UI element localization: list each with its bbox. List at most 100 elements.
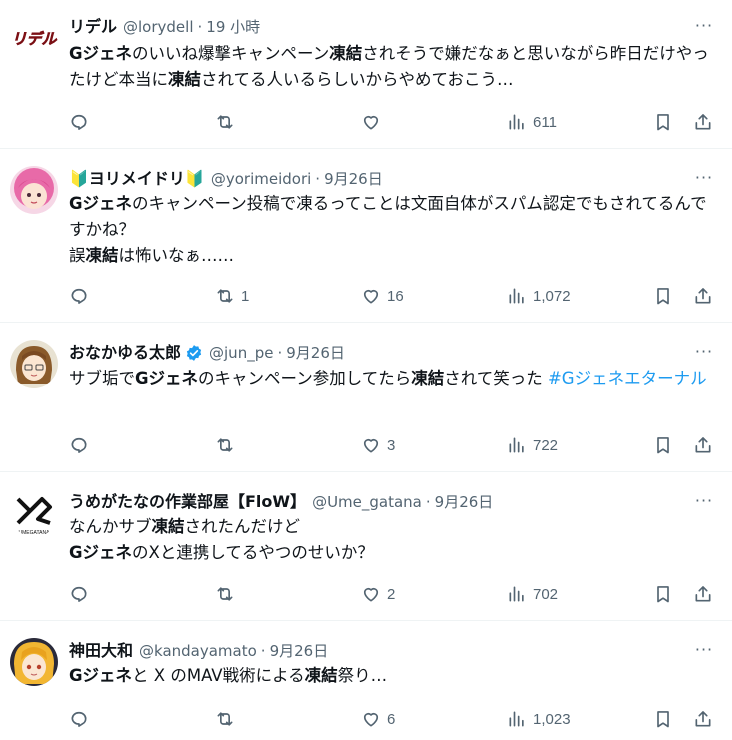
user-handle[interactable]: @Ume_gatana	[312, 492, 422, 512]
more-options-button[interactable]: ···	[694, 170, 714, 191]
tweet-text-segment: されたんだけど	[184, 517, 301, 536]
share-button[interactable]	[693, 284, 713, 308]
more-options-button[interactable]: ···	[694, 344, 714, 365]
heart-icon	[363, 438, 379, 453]
display-name[interactable]: おなかゆる太郎	[69, 343, 181, 363]
tweet-text-segment: のいいね爆撃キャンペーン	[132, 44, 330, 63]
tweet-text-segment: サブ垢で	[69, 369, 135, 388]
share-icon	[695, 288, 711, 304]
heart-icon	[363, 115, 379, 130]
like-button[interactable]: 16	[361, 284, 404, 308]
action-bar: 3 722	[69, 433, 717, 457]
highlighted-keyword: Gジェネ	[69, 44, 133, 63]
timestamp[interactable]: 19 小時	[206, 17, 260, 37]
repost-icon	[217, 289, 233, 303]
user-handle[interactable]: @yorimeidori	[211, 169, 311, 189]
share-button[interactable]	[693, 582, 713, 606]
display-name[interactable]: 神田大和	[69, 641, 133, 661]
like-count: 16	[387, 287, 404, 305]
like-button[interactable]: 3	[361, 433, 395, 457]
user-handle[interactable]: @jun_pe	[209, 343, 273, 363]
action-bar: 611	[69, 110, 717, 134]
share-icon	[695, 114, 711, 130]
avatar[interactable]	[10, 340, 58, 388]
views-button[interactable]: 1,023	[507, 707, 571, 731]
repost-button[interactable]	[215, 433, 235, 457]
share-button[interactable]	[693, 707, 713, 731]
bookmark-button[interactable]	[653, 284, 673, 308]
separator-dot: ·	[425, 493, 431, 511]
display-name[interactable]: うめがたなの作業部屋【FloW】	[69, 492, 306, 512]
timestamp[interactable]: 9月26日	[435, 492, 494, 512]
repost-icon	[217, 115, 233, 129]
highlighted-keyword: Gジェネ	[69, 666, 133, 685]
tweet-text-segment: 祭り…	[337, 666, 388, 685]
bookmark-icon	[657, 114, 669, 131]
action-bar: 2 702	[69, 582, 717, 606]
tweet[interactable]: おなかゆる太郎 @jun_pe · 9月26日 ··· サブ垢でGジェネのキャン…	[0, 323, 732, 472]
share-button[interactable]	[693, 110, 713, 134]
tweet[interactable]: UMEGATANA うめがたなの作業部屋【FloW】 @Ume_gatana ·…	[0, 472, 732, 621]
timestamp[interactable]: 9月26日	[324, 169, 383, 189]
avatar-logo-text: リデル	[11, 30, 57, 48]
tweet-header: 🔰ヨリメイドリ🔰 @yorimeidori · 9月26日	[69, 169, 383, 189]
repost-icon	[217, 587, 233, 601]
tweet[interactable]: リデル リデル @lorydell · 19 小時 ··· Gジェネのいいね爆撃…	[0, 0, 732, 149]
tweet-text-segment: されてる人いるらしいからやめておこう…	[201, 70, 514, 89]
like-button[interactable]: 6	[361, 707, 395, 731]
user-handle[interactable]: @lorydell	[123, 17, 193, 37]
like-button[interactable]: 2	[361, 582, 395, 606]
reply-button[interactable]	[69, 284, 89, 308]
repost-button[interactable]: 1	[215, 284, 249, 308]
timestamp[interactable]: 9月26日	[270, 641, 329, 661]
user-handle[interactable]: @kandayamato	[139, 641, 257, 661]
repost-button[interactable]	[215, 110, 235, 134]
views-icon	[509, 711, 524, 727]
highlighted-keyword: 凍結	[168, 70, 201, 89]
views-button[interactable]: 702	[507, 582, 558, 606]
avatar[interactable]	[10, 166, 58, 214]
avatar[interactable]: UMEGATANA	[10, 489, 58, 537]
like-button[interactable]	[361, 110, 381, 134]
timestamp[interactable]: 9月26日	[286, 343, 345, 363]
tweet-text: Gジェネのいいね爆撃キャンペーン凍結されそうで嫌だなぁと思いながら昨日だけやった…	[69, 41, 717, 93]
tweet[interactable]: 🔰ヨリメイドリ🔰 @yorimeidori · 9月26日 ··· Gジェネのキ…	[0, 149, 732, 323]
hashtag-link[interactable]: #Gジェネエターナル	[548, 369, 707, 388]
reply-button[interactable]	[69, 433, 89, 457]
repost-button[interactable]	[215, 707, 235, 731]
views-button[interactable]: 1,072	[507, 284, 571, 308]
tweet-text-segment: されて笑った	[444, 369, 548, 388]
views-icon	[509, 288, 524, 304]
bookmark-button[interactable]	[653, 707, 673, 731]
views-icon	[509, 437, 524, 453]
more-options-button[interactable]: ···	[694, 493, 714, 514]
tweet-header: おなかゆる太郎 @jun_pe · 9月26日	[69, 343, 345, 363]
bookmark-button[interactable]	[653, 582, 673, 606]
share-icon	[695, 711, 711, 727]
bookmark-button[interactable]	[653, 110, 673, 134]
like-count: 3	[387, 436, 396, 454]
views-button[interactable]: 611	[507, 110, 557, 134]
tweet-text-segment: のキャンペーン参加してたら	[198, 369, 412, 388]
tweet-text-segment: なんかサブ	[69, 517, 152, 536]
avatar[interactable]: リデル	[10, 13, 58, 61]
display-name[interactable]: 🔰ヨリメイドリ🔰	[69, 169, 205, 189]
bookmark-icon	[657, 288, 669, 305]
bookmark-button[interactable]	[653, 433, 673, 457]
display-name[interactable]: リデル	[69, 17, 117, 37]
more-options-button[interactable]: ···	[694, 642, 714, 663]
repost-icon	[217, 438, 233, 452]
tweet[interactable]: 神田大和 @kandayamato · 9月26日 ··· Gジェネと X のM…	[0, 621, 732, 740]
reply-icon	[71, 711, 87, 727]
repost-button[interactable]	[215, 582, 235, 606]
avatar[interactable]	[10, 638, 58, 686]
reply-button[interactable]	[69, 707, 89, 731]
separator-dot: ·	[277, 344, 283, 362]
more-options-button[interactable]: ···	[694, 18, 714, 39]
like-count: 6	[387, 710, 396, 728]
highlighted-keyword: Gジェネ	[69, 194, 133, 213]
views-button[interactable]: 722	[507, 433, 558, 457]
reply-button[interactable]	[69, 110, 89, 134]
share-button[interactable]	[693, 433, 713, 457]
reply-button[interactable]	[69, 582, 89, 606]
